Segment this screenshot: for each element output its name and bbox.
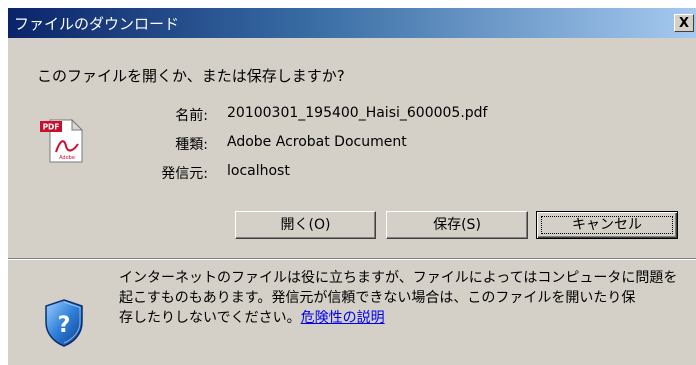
open-button-label: 開く(O) (280, 217, 331, 233)
warning-line-1: インターネットのファイルは役に立ちますが、ファイルによってはコンピュータに問題を (119, 270, 678, 286)
window-title: ファイルのダウンロード (14, 15, 180, 33)
focus-ring (541, 216, 673, 234)
security-shield-question-icon: ? (45, 299, 83, 347)
svg-text:Adobe: Adobe (59, 155, 75, 161)
title-bar[interactable]: ファイルのダウンロード X (8, 8, 696, 38)
save-button[interactable]: 保存(S) (386, 211, 528, 239)
file-source-label: 発信元: (161, 166, 208, 182)
security-warning-text: インターネットのファイルは役に立ちますが、ファイルによってはコンピュータに問題を… (119, 268, 679, 328)
close-button[interactable]: X (674, 14, 694, 32)
close-icon: X (678, 15, 690, 31)
file-type-value: Adobe Acrobat Document (227, 134, 407, 150)
divider (8, 258, 696, 260)
warning-line-2: 起こすものもあります。発信元が信頼できない場合は、このファイルを開いたり保 (119, 290, 636, 306)
file-source-value: localhost (227, 163, 290, 179)
file-type-label: 種類: (175, 137, 208, 153)
open-button[interactable]: 開く(O) (235, 211, 376, 239)
file-name-label: 名前: (175, 108, 208, 124)
prompt-text: このファイルを開くか、または保存しますか? (37, 67, 345, 85)
warning-line-3: 存したりしないでください。危険性の説明 (119, 308, 679, 328)
save-button-label: 保存(S) (433, 217, 481, 233)
download-dialog: ファイルのダウンロード X このファイルを開くか、または保存しますか? PDF … (8, 8, 696, 365)
cancel-button[interactable]: キャンセル (536, 211, 678, 239)
risk-explanation-link[interactable]: 危険性の説明 (301, 310, 385, 326)
svg-text:PDF: PDF (43, 123, 60, 132)
warning-line-3-text: 存したりしないでください。 (119, 310, 301, 326)
svg-text:?: ? (58, 313, 71, 338)
file-name-value: 20100301_195400_Haisi_600005.pdf (227, 105, 488, 121)
pdf-file-icon: PDF Adobe (40, 118, 84, 163)
